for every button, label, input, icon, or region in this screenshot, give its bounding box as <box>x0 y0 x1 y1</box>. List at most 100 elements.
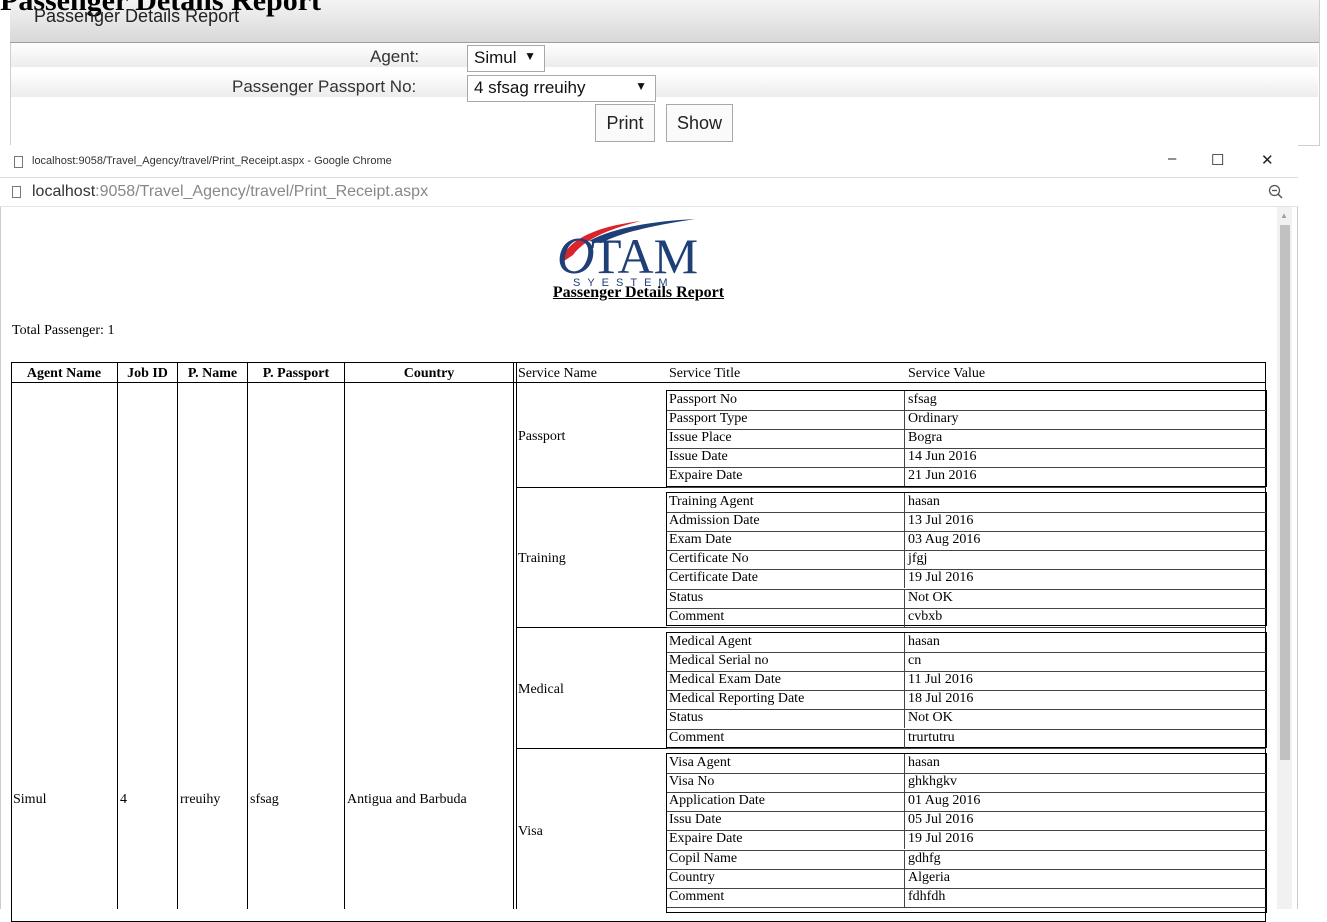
agent-select[interactable]: Simul ▼ <box>467 45 545 72</box>
service-value-cell: Not OK <box>908 590 953 605</box>
column-header-agent-name: Agent Name <box>26 366 102 381</box>
service-value-cell: 05 Jul 2016 <box>908 812 974 827</box>
service-cell-divider <box>904 569 905 588</box>
background-row-shade <box>11 43 1318 67</box>
service-title-cell: Status <box>669 710 704 725</box>
scrollbar-thumb[interactable] <box>1280 225 1290 760</box>
service-value-cell: Algeria <box>908 870 950 885</box>
report-title: Passenger Details Report <box>552 284 725 301</box>
popup-window-title: localhost:9058/Travel_Agency/travel/Prin… <box>32 155 392 167</box>
service-value-cell: sfsag <box>908 392 937 407</box>
service-value-cell: hasan <box>908 634 940 649</box>
column-header-service-title: Service Title <box>669 366 741 381</box>
column-header-service-value: Service Value <box>908 366 986 381</box>
service-value-cell: fdhfdh <box>908 889 946 904</box>
service-cell-divider <box>904 633 905 652</box>
passport-select[interactable]: 4 sfsag rreuihy ▼ <box>467 75 656 102</box>
service-cell-divider <box>904 589 905 608</box>
service-value-cell: Not OK <box>908 710 953 725</box>
address-path: :9058/Travel_Agency/travel/Print_Receipt… <box>95 183 429 200</box>
column-header-p-name: P. Name <box>187 366 238 381</box>
service-cell-divider <box>904 671 905 690</box>
service-title-cell: Issu Date <box>669 812 722 827</box>
service-cell-divider <box>904 391 905 410</box>
column-divider <box>344 362 345 909</box>
service-row-divider <box>667 608 1266 609</box>
cell-job-id: 4 <box>120 792 127 807</box>
service-row-divider <box>667 729 1266 730</box>
service-title-cell: Expaire Date <box>669 831 743 846</box>
service-value-cell: Ordinary <box>908 411 959 426</box>
print-button[interactable]: Print <box>595 104 655 142</box>
column-divider <box>247 362 248 909</box>
service-cell-divider <box>904 512 905 531</box>
show-button[interactable]: Show <box>666 104 733 142</box>
address-host: localhost <box>32 183 96 200</box>
service-row-divider <box>667 410 1266 411</box>
service-value-cell: cn <box>908 653 922 668</box>
column-divider <box>513 362 514 909</box>
service-value-cell: 19 Jul 2016 <box>908 831 974 846</box>
column-header-service-name: Service Name <box>518 366 597 381</box>
total-passenger: Total Passenger: 1 <box>12 323 115 338</box>
column-header-p-passport: P. Passport <box>262 366 330 381</box>
service-name-medical: Medical <box>518 682 564 697</box>
service-title-cell: Issue Place <box>669 430 732 445</box>
service-value-cell: 14 Jun 2016 <box>908 449 977 464</box>
service-row-divider <box>667 748 1266 749</box>
service-value-cell: hasan <box>908 755 940 770</box>
service-title-cell: Medical Reporting Date <box>669 691 805 706</box>
service-cell-divider <box>904 448 905 467</box>
service-row-divider <box>667 627 1266 628</box>
column-header-job-id: Job ID <box>127 366 168 381</box>
service-value-cell: cvbxb <box>908 609 943 624</box>
service-title-cell: Visa No <box>669 774 715 789</box>
service-cell-divider <box>904 608 905 627</box>
service-cell-divider <box>904 493 905 512</box>
maximize-button[interactable]: ☐ <box>1211 151 1224 169</box>
service-cell-divider <box>904 773 905 792</box>
column-divider <box>177 362 178 909</box>
minimize-button[interactable]: – <box>1168 150 1176 167</box>
service-title-cell: Medical Serial no <box>669 653 769 668</box>
column-divider <box>516 362 517 909</box>
service-title-cell: Comment <box>669 889 725 904</box>
service-name-training: Training <box>518 551 566 566</box>
service-value-cell: 13 Jul 2016 <box>908 513 974 528</box>
close-button[interactable]: ✕ <box>1261 151 1274 169</box>
svg-text:TAM: TAM <box>591 228 698 284</box>
service-title-cell: Issue Date <box>669 449 728 464</box>
cell-country: Antigua and Barbuda <box>347 792 467 807</box>
service-title-cell: Training Agent <box>669 494 754 509</box>
service-title-cell: Admission Date <box>669 513 760 528</box>
service-cell-divider <box>904 888 905 907</box>
service-row-divider <box>667 907 1266 908</box>
address-url[interactable]: localhost:9058/Travel_Agency/travel/Prin… <box>32 183 428 201</box>
zoom-icon[interactable] <box>1268 184 1284 200</box>
service-title-cell: Comment <box>669 730 725 745</box>
service-value-cell: 21 Jun 2016 <box>908 468 977 483</box>
service-title-cell: Medical Agent <box>669 634 752 649</box>
service-title-cell: Passport Type <box>669 411 748 426</box>
page-icon <box>12 186 21 198</box>
agent-select-value: Simul <box>474 48 517 67</box>
service-row-divider <box>667 550 1266 551</box>
service-title-cell: Comment <box>669 609 725 624</box>
table-header-divider <box>11 382 1266 383</box>
scroll-up-arrow-icon[interactable]: ▲ <box>1280 211 1288 220</box>
service-row-divider <box>667 850 1266 851</box>
background-row-shade <box>11 73 1318 97</box>
service-row-divider <box>667 773 1266 774</box>
service-row-divider <box>667 487 1266 488</box>
service-cell-divider <box>904 869 905 888</box>
service-title-cell: Medical Exam Date <box>669 672 781 687</box>
column-divider <box>117 362 118 909</box>
service-cell-divider <box>904 709 905 728</box>
service-cell-divider <box>904 652 905 671</box>
service-cell-divider <box>904 467 905 486</box>
service-title-cell: Country <box>669 870 715 885</box>
service-value-cell: jfgj <box>908 551 928 566</box>
service-cell-divider <box>904 531 905 550</box>
service-value-cell: trurtutru <box>908 730 955 745</box>
service-cell-divider <box>904 811 905 830</box>
